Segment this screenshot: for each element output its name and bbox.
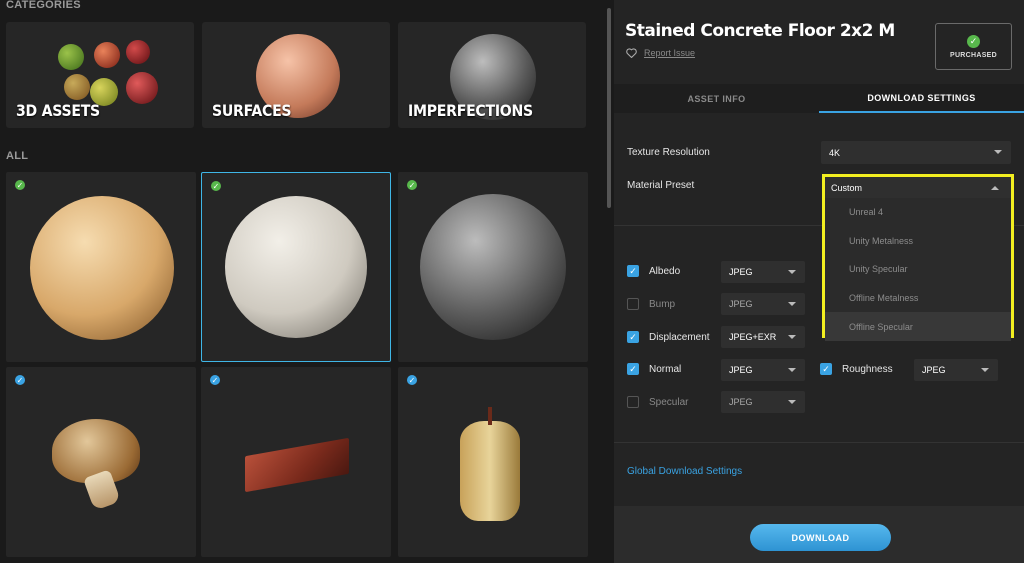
texture-resolution-value: 4K <box>829 147 841 158</box>
preset-option-unity-specular[interactable]: Unity Specular <box>825 255 1011 284</box>
purchased-check-icon: ✓ <box>15 180 25 190</box>
displacement-format-value: JPEG+EXR <box>729 332 777 342</box>
material-sphere-image <box>30 196 174 340</box>
purchased-check-icon: ✓ <box>211 181 221 191</box>
albedo-checkbox[interactable]: ✓ <box>627 265 639 277</box>
specular-label: Specular <box>649 396 689 408</box>
purchased-label: PURCHASED <box>949 51 998 59</box>
divider <box>614 442 1024 443</box>
preset-options-list: Unreal 4 Unity Metalness Unity Specular … <box>825 198 1011 341</box>
map-row-albedo[interactable]: ✓ Albedo <box>627 265 680 277</box>
displacement-checkbox[interactable]: ✓ <box>627 331 639 343</box>
check-icon: ✓ <box>210 375 220 385</box>
bump-format-select[interactable]: JPEG <box>721 293 805 315</box>
heart-icon[interactable] <box>626 48 637 58</box>
check-icon: ✓ <box>967 34 980 48</box>
material-preset-value: Custom <box>831 182 863 193</box>
category-imperfections[interactable]: IMPERFECTIONS <box>398 22 586 128</box>
chevron-down-icon <box>981 368 989 372</box>
bump-label: Bump <box>649 298 676 310</box>
download-footer: DOWNLOAD <box>614 506 1024 563</box>
tab-bar: ASSET INFO DOWNLOAD SETTINGS <box>614 84 1024 113</box>
asset-tile[interactable]: ✓ <box>6 172 196 362</box>
category-3d-assets[interactable]: 3D ASSETS <box>6 22 194 128</box>
global-download-settings-link[interactable]: Global Download Settings <box>627 466 742 477</box>
apple-image <box>64 74 90 100</box>
texture-resolution-label: Texture Resolution <box>627 147 710 158</box>
apple-image <box>126 72 158 104</box>
material-preset-dropdown[interactable]: Custom Unreal 4 Unity Metalness Unity Sp… <box>822 174 1014 341</box>
category-label: 3D ASSETS <box>16 101 100 120</box>
chevron-down-icon <box>788 335 796 339</box>
asset-tile[interactable]: ✓ <box>398 172 588 362</box>
report-issue-link[interactable]: Report Issue <box>644 48 695 58</box>
texture-resolution-select[interactable]: 4K <box>821 141 1011 164</box>
normal-label: Normal <box>649 363 682 375</box>
asset-tile[interactable]: ✓ <box>398 367 588 557</box>
category-label: IMPERFECTIONS <box>408 101 533 120</box>
map-row-roughness[interactable]: ✓ Roughness <box>820 363 893 375</box>
chevron-down-icon <box>788 270 796 274</box>
material-preset-current[interactable]: Custom <box>825 177 1011 198</box>
asset-tile[interactable]: ✓ <box>201 367 391 557</box>
apple-core-image <box>460 421 520 521</box>
apple-stem <box>488 407 492 425</box>
apple-image <box>94 42 120 68</box>
bump-checkbox[interactable] <box>627 298 639 310</box>
displacement-label: Displacement <box>649 331 710 343</box>
asset-title: Stained Concrete Floor 2x2 M <box>625 21 895 41</box>
specular-format-select[interactable]: JPEG <box>721 391 805 413</box>
map-row-specular[interactable]: Specular <box>627 396 688 408</box>
displacement-format-select[interactable]: JPEG+EXR <box>721 326 805 348</box>
chevron-down-icon <box>788 400 796 404</box>
purchased-check-icon: ✓ <box>407 180 417 190</box>
map-row-bump[interactable]: Bump <box>627 298 675 310</box>
tab-download-settings[interactable]: DOWNLOAD SETTINGS <box>819 84 1024 113</box>
roughness-format-select[interactable]: JPEG <box>914 359 998 381</box>
download-button[interactable]: DOWNLOAD <box>750 524 891 551</box>
bump-format-value: JPEG <box>729 299 753 309</box>
material-sphere-image <box>225 196 367 338</box>
purchased-badge: ✓ PURCHASED <box>935 23 1012 70</box>
preset-option-unreal-4[interactable]: Unreal 4 <box>825 198 1011 227</box>
category-surfaces[interactable]: SURFACES <box>202 22 390 128</box>
material-preset-label: Material Preset <box>627 180 695 191</box>
normal-checkbox[interactable]: ✓ <box>627 363 639 375</box>
preset-option-offline-specular[interactable]: Offline Specular <box>825 312 1011 341</box>
albedo-format-select[interactable]: JPEG <box>721 261 805 283</box>
albedo-label: Albedo <box>649 265 681 277</box>
brick-image <box>245 437 349 493</box>
material-sphere-image <box>420 194 566 340</box>
map-row-displacement[interactable]: ✓ Displacement <box>627 331 710 343</box>
preset-option-unity-metalness[interactable]: Unity Metalness <box>825 226 1011 256</box>
normal-format-select[interactable]: JPEG <box>721 359 805 381</box>
all-heading: ALL <box>6 150 29 162</box>
check-icon: ✓ <box>15 375 25 385</box>
specular-checkbox[interactable] <box>627 396 639 408</box>
chevron-up-icon <box>991 186 999 190</box>
category-label: SURFACES <box>212 101 292 120</box>
asset-tile-selected[interactable]: ✓ <box>201 172 391 362</box>
scrollbar[interactable] <box>607 8 611 208</box>
asset-browser: CATEGORIES 3D ASSETS SURFACES IMPERFECTI… <box>0 0 614 563</box>
tab-asset-info[interactable]: ASSET INFO <box>614 84 819 113</box>
albedo-format-value: JPEG <box>729 267 753 277</box>
chevron-down-icon <box>994 150 1002 154</box>
specular-format-value: JPEG <box>729 397 753 407</box>
roughness-label: Roughness <box>842 363 893 375</box>
roughness-format-value: JPEG <box>922 365 946 375</box>
map-row-normal[interactable]: ✓ Normal <box>627 363 681 375</box>
roughness-checkbox[interactable]: ✓ <box>820 363 832 375</box>
report-row[interactable]: Report Issue <box>626 48 695 58</box>
chevron-down-icon <box>788 302 796 306</box>
apple-image <box>126 40 150 64</box>
check-icon: ✓ <box>407 375 417 385</box>
apple-image <box>58 44 84 70</box>
categories-heading: CATEGORIES <box>6 0 81 11</box>
normal-format-value: JPEG <box>729 365 753 375</box>
chevron-down-icon <box>788 368 796 372</box>
asset-tile[interactable]: ✓ <box>6 367 196 557</box>
preset-option-offline-metalness[interactable]: Offline Metalness <box>825 283 1011 313</box>
